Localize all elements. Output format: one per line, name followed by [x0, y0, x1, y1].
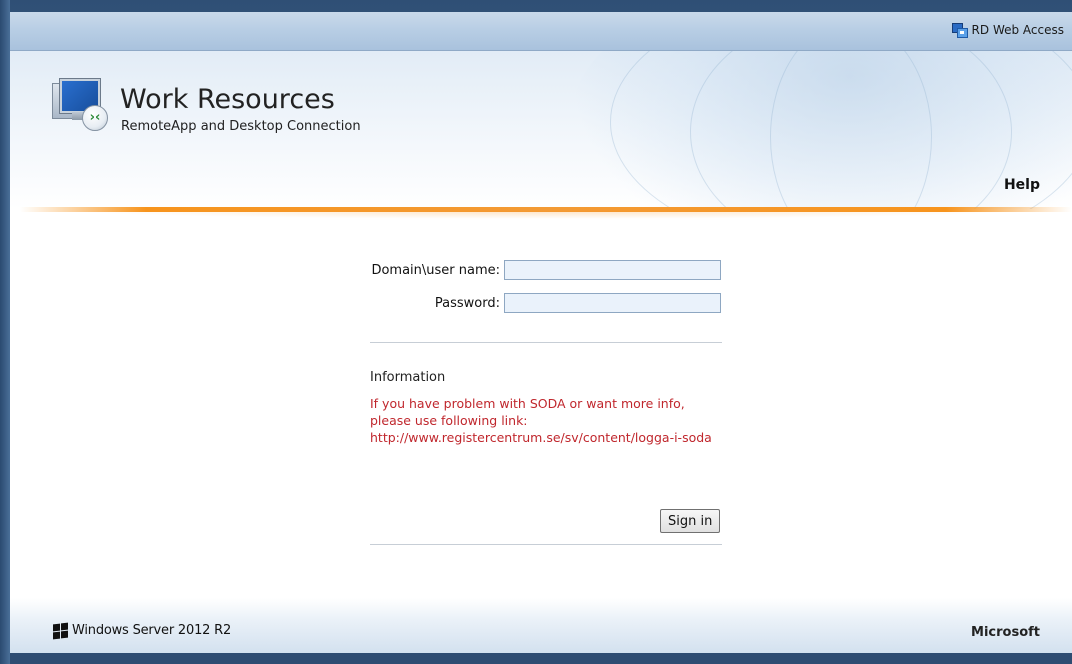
help-link[interactable]: Help	[1004, 177, 1040, 193]
information-text: If you have problem with SODA or want mo…	[370, 395, 730, 446]
rd-web-access-icon	[951, 22, 968, 38]
password-row: Password:	[370, 293, 721, 313]
footer: Windows Server 2012 R2 Microsoft	[10, 598, 1072, 653]
rd-web-access-link[interactable]: RD Web Access	[951, 22, 1064, 38]
password-label: Password:	[434, 295, 500, 311]
globe-line	[770, 51, 932, 209]
username-label: Domain\user name:	[371, 262, 500, 278]
information-heading: Information	[370, 370, 446, 385]
microsoft-logo: Microsoft	[971, 625, 1040, 640]
username-row: Domain\user name:	[370, 260, 721, 280]
sign-in-button[interactable]: Sign in	[660, 509, 721, 533]
desktop-frame: RD Web Access ›‹ Work Resources RemoteAp…	[0, 0, 1072, 664]
rd-web-access-label: RD Web Access	[971, 23, 1064, 37]
information-link[interactable]: http://www.registercentrum.se/sv/content…	[370, 429, 730, 446]
windows-logo-icon	[53, 622, 69, 640]
page-subtitle: RemoteApp and Desktop Connection	[121, 119, 361, 134]
information-line: If you have problem with SODA or want mo…	[370, 396, 685, 411]
page-title: Work Resources	[120, 84, 335, 115]
rd-web-access-page: RD Web Access ›‹ Work Resources RemoteAp…	[10, 12, 1072, 653]
product-name: Windows Server 2012 R2	[72, 623, 232, 638]
orange-glow	[70, 211, 1020, 219]
banner: ›‹ Work Resources RemoteApp and Desktop …	[10, 51, 1072, 209]
frame-edge	[0, 0, 10, 664]
top-bar: RD Web Access	[10, 12, 1072, 51]
password-input[interactable]	[504, 293, 721, 313]
username-input[interactable]	[504, 260, 721, 280]
divider	[370, 342, 722, 343]
information-line: please use following link:	[370, 413, 528, 428]
divider	[370, 544, 722, 545]
remote-desktop-icon: ›‹	[52, 79, 110, 133]
